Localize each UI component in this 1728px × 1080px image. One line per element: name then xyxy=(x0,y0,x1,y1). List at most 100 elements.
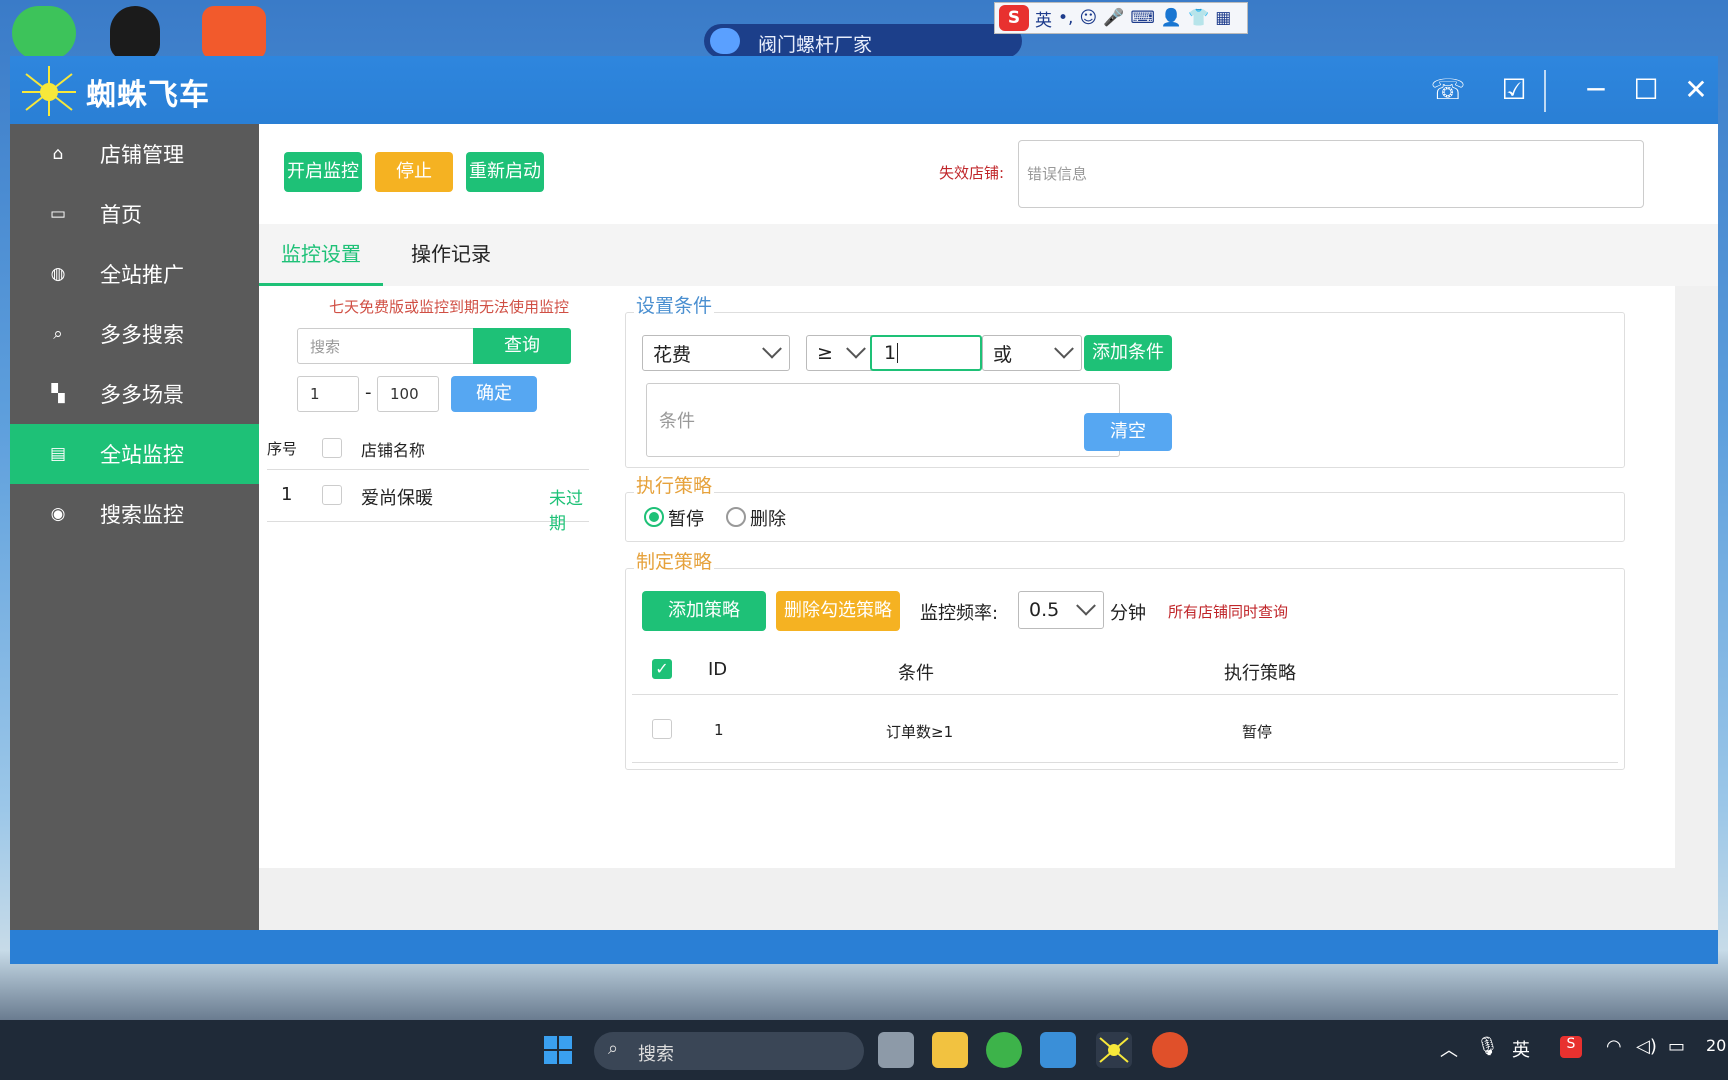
row-checkbox[interactable] xyxy=(322,485,342,505)
planet-icon: ◍ xyxy=(50,264,66,284)
volume-icon[interactable]: ◁) xyxy=(1636,1036,1657,1057)
sidebar-item-site-promotion[interactable]: ◍ 全站推广 xyxy=(10,244,259,304)
status-badge: 未过期 xyxy=(549,489,583,534)
sogou-tray-icon[interactable]: S xyxy=(1560,1036,1582,1058)
set-conditions-title: 设置条件 xyxy=(634,291,715,318)
search-icon: ⌕ xyxy=(608,1038,619,1059)
game-app-icon[interactable] xyxy=(1152,1032,1188,1068)
metric-value: 花费 xyxy=(653,343,692,366)
delete-selected-strategy-button[interactable]: 删除勾选策略 xyxy=(776,591,900,631)
sidebar-item-site-monitor[interactable]: ▤ 全站监控 xyxy=(10,424,259,484)
sogou-logo-icon: S xyxy=(999,5,1029,31)
sidebar-item-label: 多多场景 xyxy=(100,383,184,407)
operator-select[interactable]: ≥ xyxy=(806,335,874,371)
add-condition-button[interactable]: 添加条件 xyxy=(1084,335,1172,371)
confirm-range-button[interactable]: 确定 xyxy=(451,376,537,412)
spider-app-taskbar-icon[interactable] xyxy=(1096,1032,1132,1068)
file-explorer-icon[interactable] xyxy=(932,1032,968,1068)
make-strategy-group: 制定策略 添加策略 删除勾选策略 监控频率: 0.5 分钟 所有店铺同时查询 ✓… xyxy=(625,547,1625,770)
chevron-down-icon xyxy=(1054,338,1074,359)
sidebar-item-label: 店铺管理 xyxy=(100,143,184,167)
sidebar-item-home[interactable]: ▭ 首页 xyxy=(10,184,259,244)
qq-desktop-icon[interactable] xyxy=(110,6,160,60)
metric-select[interactable]: 花费 xyxy=(642,335,790,371)
monitor-settings-panel: 七天免费版或监控到期无法使用监控 搜索 查询 1 - 100 确定 序号 店铺名… xyxy=(259,286,1675,868)
floating-chat-bar[interactable]: 阀门螺杆厂家 xyxy=(704,24,1022,58)
select-all-stores-checkbox[interactable] xyxy=(322,438,342,458)
monitor-icon: ▤ xyxy=(49,444,67,464)
sidebar-item-duoduo-search[interactable]: ⌕ 多多搜索 xyxy=(10,304,259,364)
user-icon[interactable]: 👤 xyxy=(1161,8,1182,28)
store-table-header: 序号 店铺名称 xyxy=(267,428,589,470)
sidebar-item-label: 全站监控 xyxy=(100,443,184,467)
store-name: 爱尚保暖 xyxy=(361,488,433,509)
error-info-field[interactable]: 错误信息 xyxy=(1018,140,1644,208)
customer-service-icon[interactable]: ☏ xyxy=(1428,70,1468,110)
restart-button[interactable]: 重新启动 xyxy=(466,152,544,192)
execution-strategy-title: 执行策略 xyxy=(634,471,715,498)
battery-icon[interactable]: ▭ xyxy=(1668,1036,1685,1057)
condition-list-field[interactable]: 条件 xyxy=(646,383,1120,457)
index-column-header: 序号 xyxy=(267,440,298,458)
condition-column-header: 条件 xyxy=(898,663,934,684)
sidebar-item-label: 搜索监控 xyxy=(100,503,184,527)
start-monitor-button[interactable]: 开启监控 xyxy=(284,152,362,192)
toolbox-icon[interactable]: ▦ xyxy=(1215,8,1231,28)
tab-operation-log[interactable]: 操作记录 xyxy=(411,224,511,286)
browser-icon[interactable] xyxy=(986,1032,1022,1068)
sidebar-item-store-management[interactable]: ⌂ 店铺管理 xyxy=(10,124,259,184)
logic-select[interactable]: 或 xyxy=(982,335,1082,371)
table-row[interactable]: 1 爱尚保暖 未过期 xyxy=(267,470,589,534)
id-column-header: ID xyxy=(708,659,728,680)
frequency-select[interactable]: 0.5 xyxy=(1018,591,1104,629)
sidebar-item-label: 首页 xyxy=(100,203,142,227)
clear-conditions-button[interactable]: 清空 xyxy=(1084,413,1172,451)
ime-toolbar[interactable]: S 英 •, ☺ 🎤 ⌨ 👤 👕 ▦ xyxy=(994,2,1248,34)
taskbar-search[interactable]: ⌕ 搜索 xyxy=(594,1032,864,1070)
frequency-value: 0.5 xyxy=(1029,599,1060,621)
punctuation-icon[interactable]: •, xyxy=(1058,8,1073,28)
microphone-icon[interactable]: 🎤 xyxy=(1103,8,1124,28)
microphone-icon[interactable]: 🎙 xyxy=(1476,1036,1499,1057)
video-app-desktop-icon[interactable] xyxy=(202,6,266,60)
sidebar-item-search-monitor[interactable]: ◉ 搜索监控 xyxy=(10,484,259,544)
select-all-strategies-checkbox[interactable]: ✓ xyxy=(652,659,672,679)
task-view-icon[interactable] xyxy=(878,1032,914,1068)
photos-icon[interactable] xyxy=(1040,1032,1076,1068)
clock[interactable]: 20 xyxy=(1706,1036,1726,1055)
taskbar-lang[interactable]: 英 xyxy=(1512,1036,1530,1062)
sidebar-item-label: 多多搜索 xyxy=(100,323,184,347)
range-from-input[interactable]: 1 xyxy=(297,376,359,412)
range-separator: - xyxy=(365,382,372,403)
wifi-icon[interactable]: ◠ xyxy=(1606,1036,1622,1057)
tab-monitor-settings[interactable]: 监控设置 xyxy=(259,224,383,286)
emoji-icon[interactable]: ☺ xyxy=(1079,8,1097,28)
row-checkbox[interactable] xyxy=(652,719,672,739)
skin-icon[interactable]: 👕 xyxy=(1188,8,1209,28)
sidebar-item-duoduo-scene[interactable]: ▚ 多多场景 xyxy=(10,364,259,424)
table-row[interactable]: 1 订单数≥1 暂停 xyxy=(632,695,1618,763)
delete-radio[interactable] xyxy=(726,507,746,527)
keyboard-icon[interactable]: ⌨ xyxy=(1130,8,1155,28)
floating-bar-title: 阀门螺杆厂家 xyxy=(758,34,873,56)
condition-value-input[interactable]: 1 xyxy=(870,335,982,371)
chevron-down-icon xyxy=(762,338,782,359)
operator-value: ≥ xyxy=(817,342,833,364)
maximize-button[interactable]: ☐ xyxy=(1626,70,1666,110)
store-search-input[interactable]: 搜索 xyxy=(297,328,475,364)
minimize-button[interactable]: ─ xyxy=(1576,70,1616,110)
windows-start-icon[interactable] xyxy=(540,1032,576,1068)
pause-option-label: 暂停 xyxy=(668,509,704,530)
ime-language-label[interactable]: 英 xyxy=(1035,6,1052,31)
chevron-up-icon[interactable]: ︿ xyxy=(1440,1036,1458,1062)
add-strategy-button[interactable]: 添加策略 xyxy=(642,591,766,631)
task-schedule-icon[interactable]: ☑ xyxy=(1494,70,1534,110)
stop-button[interactable]: 停止 xyxy=(375,152,453,192)
pause-radio[interactable] xyxy=(644,507,664,527)
query-button[interactable]: 查询 xyxy=(473,328,571,364)
wechat-desktop-icon[interactable] xyxy=(12,6,76,60)
logic-value: 或 xyxy=(993,343,1013,366)
close-button[interactable]: ✕ xyxy=(1676,70,1716,110)
search-icon: ⌕ xyxy=(53,324,63,344)
range-to-input[interactable]: 100 xyxy=(377,376,439,412)
